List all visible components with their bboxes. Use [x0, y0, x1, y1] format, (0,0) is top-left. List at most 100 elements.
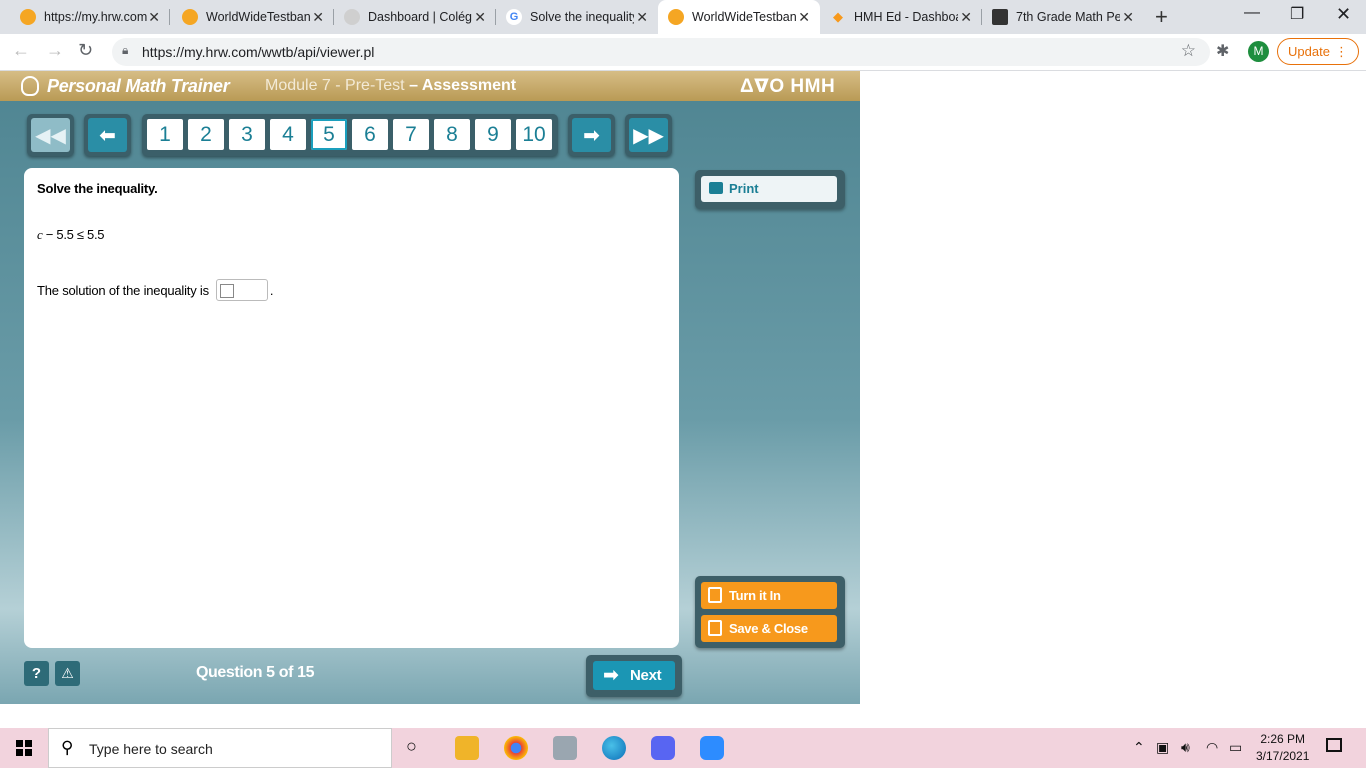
question-number-button[interactable]: 1	[147, 119, 183, 150]
inequality-expression: − 5.5 ≤ 5.5	[42, 227, 105, 242]
save-close-label: Save & Close	[729, 621, 808, 636]
extensions-puzzle-icon[interactable]: ✱	[1216, 41, 1229, 61]
report-alert-button[interactable]: ⚠	[55, 661, 80, 686]
chevron-up-icon[interactable]: ⌃	[1133, 739, 1145, 756]
app-tile-icon[interactable]	[553, 736, 577, 760]
module-suffix: – Assessment	[409, 77, 517, 94]
edge-icon[interactable]	[602, 736, 626, 760]
last-question-button[interactable]: ▶▶	[625, 114, 672, 156]
next-button[interactable]: ➡ Next	[593, 661, 675, 690]
taskbar-search-box[interactable]: ⚲ Type here to search	[48, 728, 392, 768]
solution-label: The solution of the inequality is	[37, 282, 209, 298]
notification-icon[interactable]	[1326, 738, 1342, 752]
question-number-button[interactable]: 3	[229, 119, 265, 150]
forward-arrow-icon[interactable]: →	[46, 40, 64, 61]
site-favicon-icon	[668, 9, 684, 25]
close-tab-icon[interactable]: ✕	[960, 9, 972, 26]
browser-tab[interactable]: WorldWideTestbank ✕	[172, 0, 334, 34]
close-tab-icon[interactable]: ✕	[148, 9, 160, 26]
help-button[interactable]: ?	[24, 661, 49, 686]
next-panel: ➡ Next	[586, 655, 682, 697]
tab-title: WorldWideTestbank	[692, 10, 796, 24]
bookmark-star-icon[interactable]: ☆	[1181, 41, 1196, 61]
reload-icon[interactable]: ↻	[78, 40, 93, 61]
print-panel: Print	[695, 170, 845, 209]
volume-icon[interactable]: 🔊︎	[1181, 739, 1190, 756]
discord-icon[interactable]	[651, 736, 675, 760]
question-panel: Solve the inequality. c − 5.5 ≤ 5.5 The …	[24, 168, 679, 648]
restore-icon[interactable]: ❐	[1290, 4, 1304, 24]
wifi-icon[interactable]: ◠	[1206, 739, 1218, 756]
clock-date: 3/17/2021	[1256, 749, 1310, 763]
tab-title: https://my.hrw.com	[44, 10, 148, 24]
first-question-button[interactable]: ◀◀	[27, 114, 74, 156]
browser-tab-active[interactable]: WorldWideTestbank ✕	[658, 0, 820, 34]
answer-input[interactable]	[215, 279, 268, 301]
browser-tab[interactable]: 7th Grade Math Pe ✕	[982, 0, 1144, 34]
clock-time: 2:26 PM	[1260, 732, 1306, 746]
profile-avatar[interactable]: M	[1248, 41, 1269, 62]
close-tab-icon[interactable]: ✕	[312, 9, 324, 26]
save-disk-icon	[708, 620, 722, 636]
browser-tab[interactable]: ◆ HMH Ed - Dashboard ✕	[820, 0, 982, 34]
minimize-icon[interactable]: —	[1244, 4, 1260, 22]
app-header: Personal Math Trainer Module 7 - Pre-Tes…	[0, 71, 860, 101]
shield-icon: ◆	[833, 9, 843, 24]
question-number-button-current[interactable]: 5	[311, 119, 347, 150]
printer-icon	[709, 182, 723, 194]
tab-title: 7th Grade Math Pe	[1016, 10, 1120, 24]
browser-tab[interactable]: Dashboard | Colégio ✕	[334, 0, 496, 34]
tab-title: Dashboard | Colégio	[368, 10, 472, 24]
site-favicon-icon	[182, 9, 198, 25]
battery-icon[interactable]: ▭	[1229, 739, 1242, 756]
tab-title: HMH Ed - Dashboard	[854, 10, 958, 24]
double-right-arrow-icon: ▶▶	[629, 118, 668, 152]
site-favicon-icon	[20, 9, 36, 25]
search-placeholder: Type here to search	[89, 741, 213, 757]
question-number-button[interactable]: 10	[516, 119, 552, 150]
question-number-button[interactable]: 4	[270, 119, 306, 150]
print-label: Print	[729, 181, 759, 196]
close-tab-icon[interactable]: ✕	[1122, 9, 1134, 26]
update-label: Update	[1288, 44, 1330, 59]
module-name: Module 7 - Pre-Test	[265, 77, 405, 94]
previous-question-button[interactable]: ⬅	[84, 114, 131, 156]
windows-start-icon[interactable]	[16, 740, 32, 756]
question-counter: Question 5 of 15	[196, 664, 315, 681]
print-button[interactable]: Print	[701, 176, 837, 202]
system-clock[interactable]: 2:26 PM 3/17/2021	[1256, 731, 1309, 765]
network-device-icon[interactable]: ▣	[1156, 739, 1169, 756]
inequality: c − 5.5 ≤ 5.5	[37, 227, 105, 243]
url-text[interactable]: https://my.hrw.com/wwtb/api/viewer.pl	[142, 44, 374, 60]
update-button[interactable]: Update ⋮	[1277, 38, 1359, 65]
right-arrow-icon: ➡	[572, 118, 611, 152]
save-close-button[interactable]: Save & Close	[701, 615, 837, 642]
right-arrow-icon: ➡	[603, 665, 619, 686]
close-tab-icon[interactable]: ✕	[474, 9, 486, 26]
question-number-button[interactable]: 8	[434, 119, 470, 150]
question-number-button[interactable]: 2	[188, 119, 224, 150]
address-bar[interactable]: 🔒︎ https://my.hrw.com/wwtb/api/viewer.pl…	[112, 38, 1210, 66]
close-tab-icon[interactable]: ✕	[636, 9, 648, 26]
globe-icon	[344, 9, 360, 25]
next-question-arrow-button[interactable]: ➡	[568, 114, 615, 156]
question-number-button[interactable]: 9	[475, 119, 511, 150]
browser-tab[interactable]: G Solve the inequality ✕	[496, 0, 658, 34]
zoom-icon[interactable]	[700, 736, 724, 760]
close-tab-icon[interactable]: ✕	[798, 9, 810, 26]
cortana-circle-icon[interactable]: ○	[406, 736, 417, 757]
back-arrow-icon[interactable]: ←	[12, 40, 30, 61]
turn-in-icon	[708, 587, 722, 603]
browser-tab[interactable]: https://my.hrw.com ✕	[10, 0, 170, 34]
question-number-button[interactable]: 6	[352, 119, 388, 150]
file-explorer-icon[interactable]	[455, 736, 479, 760]
solution-line: The solution of the inequality is .	[37, 279, 274, 301]
close-window-icon[interactable]: ✕	[1336, 4, 1351, 25]
chrome-icon[interactable]	[504, 736, 528, 760]
left-arrow-icon: ⬅	[88, 118, 127, 152]
new-tab-icon[interactable]: +	[1155, 4, 1168, 30]
turn-it-in-label: Turn it In	[729, 588, 781, 603]
question-number-button[interactable]: 7	[393, 119, 429, 150]
windows-taskbar: ⚲ Type here to search ○ ⌃ ▣ 🔊︎ ◠ ▭ 2:26 …	[0, 728, 1366, 768]
turn-it-in-button[interactable]: Turn it In	[701, 582, 837, 609]
